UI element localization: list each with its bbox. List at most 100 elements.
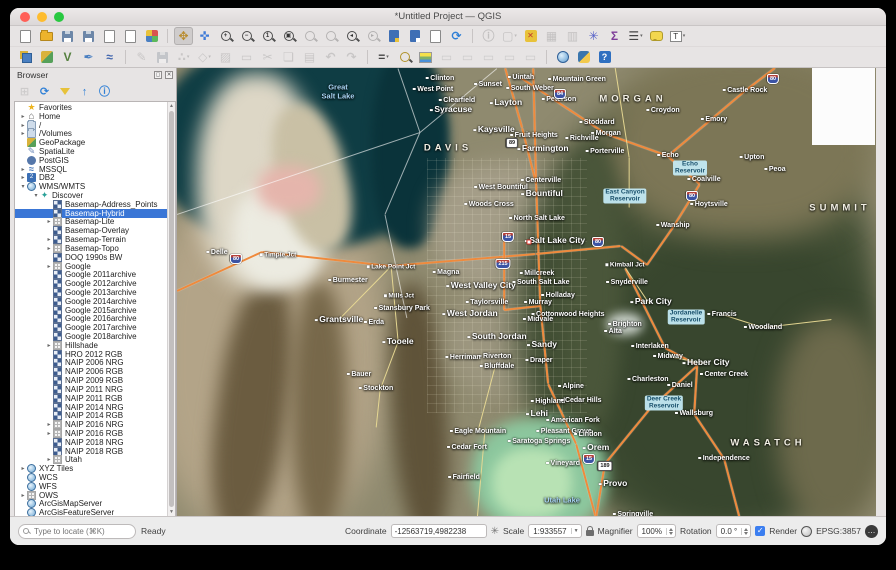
dropdown-arrow-icon[interactable]: ▾: [683, 33, 686, 39]
browser-scrollbar[interactable]: ▲ ▼: [167, 102, 175, 516]
zoom-full-button[interactable]: ▣: [279, 27, 298, 45]
field-calculator-button[interactable]: Σ: [605, 27, 624, 45]
tree-item-spatialite[interactable]: SpatiaLite: [15, 147, 167, 156]
tree-item-google-2013archive[interactable]: Google 2013archive: [15, 287, 167, 297]
chevron-down-icon[interactable]: ▼: [570, 528, 581, 534]
python-console-button[interactable]: [574, 48, 593, 66]
tree-item-db2[interactable]: ▸ DB2: [15, 173, 167, 183]
panel-close-button[interactable]: ✕: [165, 71, 173, 79]
close-window-icon[interactable]: [20, 12, 30, 22]
dropdown-arrow-icon[interactable]: ▾: [386, 54, 389, 60]
lock-scale-icon[interactable]: [585, 526, 594, 536]
tree-item-naip-2011-nrg[interactable]: NAIP 2011 NRG: [15, 384, 167, 394]
collapse-all-button[interactable]: ↑: [76, 84, 93, 100]
zoom-out-button[interactable]: −: [237, 27, 256, 45]
tree-item-home[interactable]: ▸ Home: [15, 112, 167, 121]
tree-item-naip-2009-rgb[interactable]: NAIP 2009 RGB: [15, 376, 167, 386]
measure-line-button[interactable]: = ▾: [374, 48, 393, 66]
expander-icon[interactable]: ▸: [19, 113, 27, 120]
zoom-window-icon[interactable]: [54, 12, 64, 22]
tree-item-wfs[interactable]: WFS: [15, 481, 167, 491]
expander-icon[interactable]: ▸: [45, 421, 53, 428]
locator-input[interactable]: [32, 525, 131, 537]
tree-item-basemap-terrain[interactable]: ▸ Basemap-Terrain: [15, 235, 167, 245]
tree-item-naip-2011-rgb[interactable]: NAIP 2011 RGB: [15, 393, 167, 403]
extents-toggle-icon[interactable]: ✳: [491, 526, 499, 537]
messages-icon[interactable]: …: [865, 524, 878, 538]
processing-toolbox-button[interactable]: ✳: [584, 27, 603, 45]
tree-item-basemap-lite[interactable]: ▸ Basemap-Lite: [15, 217, 167, 227]
add-postgis-layer-button[interactable]: ≈: [100, 48, 119, 66]
save-project-as-button[interactable]: [79, 27, 98, 45]
tree-item-wcs[interactable]: WCS: [15, 473, 167, 483]
expander-icon[interactable]: ▸: [45, 263, 53, 270]
scroll-down-icon[interactable]: ▼: [169, 508, 174, 516]
rotation-spinbox[interactable]: 0.0 °: [715, 524, 752, 538]
open-data-source-manager-button[interactable]: [16, 48, 35, 66]
enable-properties-widget-button[interactable]: ⓘ: [96, 84, 113, 100]
expander-icon[interactable]: ▸: [19, 465, 27, 472]
tree-item-naip-2006-nrg[interactable]: NAIP 2006 NRG: [15, 358, 167, 368]
tree-item-postgis[interactable]: PostGIS: [15, 155, 167, 165]
tree-item-hillshade[interactable]: ▸ Hillshade: [15, 340, 167, 350]
tree-item-google-2016archive[interactable]: Google 2016archive: [15, 314, 167, 324]
scale-combo[interactable]: 1:933557 ▼: [528, 524, 582, 538]
expander-icon[interactable]: ▸: [45, 245, 53, 252]
new-spatial-bookmark-button[interactable]: [384, 27, 403, 45]
tree-item-naip-2018-rgb[interactable]: NAIP 2018 RGB: [15, 446, 167, 456]
tree-item-naip-2016-nrg[interactable]: ▸ NAIP 2016 NRG: [15, 420, 167, 430]
expander-icon[interactable]: ▾: [19, 183, 27, 190]
tree-item-doq-1990s-bw[interactable]: DOQ 1990s BW: [15, 252, 167, 262]
tree-item-arcgisfeatureserver[interactable]: ArcGisFeatureServer: [15, 508, 167, 516]
expander-icon[interactable]: ▸: [45, 236, 53, 243]
tree-item-google[interactable]: ▸ Google: [15, 261, 167, 271]
tree-item-basemap-topo[interactable]: ▸ Basemap-Topo: [15, 243, 167, 253]
title-bar[interactable]: *Untitled Project — QGIS: [10, 8, 886, 26]
locator-box[interactable]: [18, 523, 136, 539]
pan-map-button[interactable]: ✥: [174, 27, 193, 45]
tree-item-ows[interactable]: ▸ OWS: [15, 490, 167, 500]
tree-item-google-2017archive[interactable]: Google 2017archive: [15, 323, 167, 333]
zoom-to-native-resolution-button[interactable]: [395, 48, 414, 66]
tree-item-utah[interactable]: ▸ Utah: [15, 455, 167, 465]
expander-icon[interactable]: ▸: [45, 456, 53, 463]
tree-item-geopackage[interactable]: GeoPackage: [15, 138, 167, 148]
tree-item-naip-2014-rgb[interactable]: NAIP 2014 RGB: [15, 411, 167, 421]
expander-icon[interactable]: ▸: [45, 342, 53, 349]
tree-item-google-2014archive[interactable]: Google 2014archive: [15, 296, 167, 306]
refresh-map-button[interactable]: ⟳: [447, 27, 466, 45]
expander-icon[interactable]: ▸: [19, 174, 27, 181]
map-tips-button[interactable]: [647, 27, 666, 45]
new-project-button[interactable]: [16, 27, 35, 45]
tree-item-arcgismapserver[interactable]: ArcGisMapServer: [15, 499, 167, 509]
dropdown-arrow-icon[interactable]: ▾: [208, 54, 211, 60]
tree-item-naip-2006-rgb[interactable]: NAIP 2006 RGB: [15, 367, 167, 377]
statistical-summary-button[interactable]: ☰ ▾: [626, 27, 645, 45]
filter-browser-button[interactable]: [56, 84, 73, 100]
add-spatialite-layer-button[interactable]: ✒: [79, 48, 98, 66]
zoom-in-button[interactable]: +: [216, 27, 235, 45]
expander-icon[interactable]: ▸: [19, 130, 27, 137]
magnifier-spinbox[interactable]: 100%: [636, 524, 676, 538]
stepper-icon[interactable]: [741, 527, 750, 535]
stepper-icon[interactable]: [666, 527, 675, 535]
expander-icon[interactable]: ▸: [19, 166, 27, 173]
expander-icon[interactable]: ▾: [32, 192, 40, 199]
tree-item-naip-2018-nrg[interactable]: NAIP 2018 NRG: [15, 437, 167, 447]
tree-item--volumes[interactable]: ▸ /Volumes: [15, 128, 167, 139]
tree-item-hro-2012-rgb[interactable]: HRO 2012 RGB: [15, 349, 167, 359]
refresh-browser-button[interactable]: ⟳: [36, 84, 53, 100]
save-project-button[interactable]: [58, 27, 77, 45]
scroll-up-icon[interactable]: ▲: [169, 102, 174, 110]
tree-item-wms-wmts[interactable]: ▾ WMS/WMTS: [15, 182, 167, 192]
tree-item-favorites[interactable]: Favorites: [15, 103, 167, 112]
tree-item-google-2015archive[interactable]: Google 2015archive: [15, 305, 167, 315]
tree-item-basemap-hybrid[interactable]: Basemap-Hybrid: [15, 208, 167, 218]
pan-to-selection-button[interactable]: ✜: [195, 27, 214, 45]
tree-item-xyz-tiles[interactable]: ▸ XYZ Tiles: [15, 464, 167, 474]
open-project-button[interactable]: [37, 27, 56, 45]
panel-float-button[interactable]: ◻: [154, 71, 162, 79]
minimize-window-icon[interactable]: [37, 12, 47, 22]
expander-icon[interactable]: ▸: [45, 430, 53, 437]
new-map-view-button[interactable]: [426, 27, 445, 45]
